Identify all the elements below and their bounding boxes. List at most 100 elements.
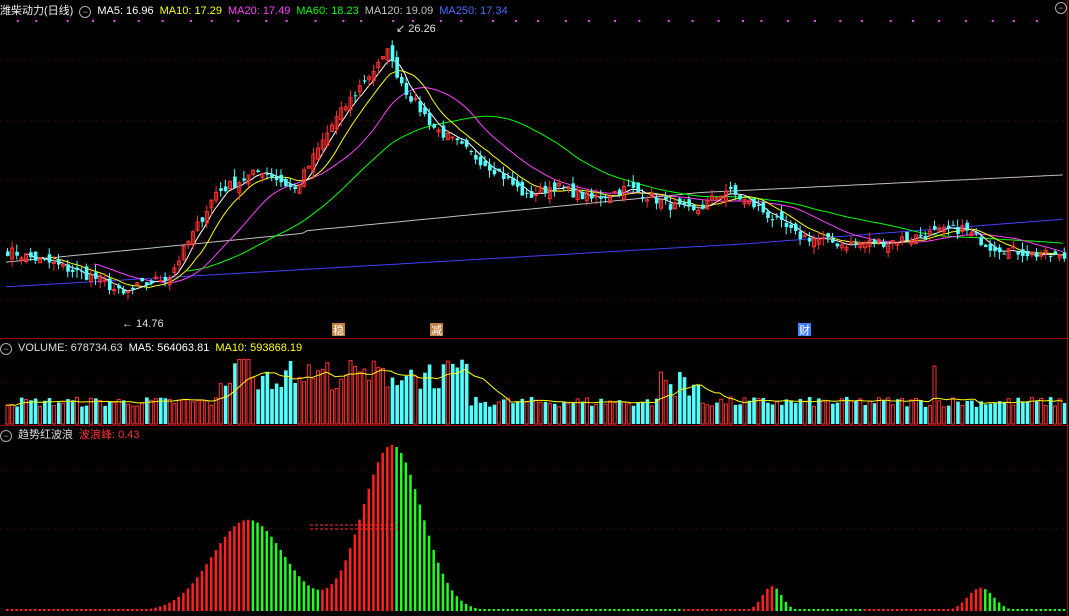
volume-bar <box>621 401 626 425</box>
candle-body <box>75 267 80 271</box>
wave-bar <box>233 526 236 611</box>
volume-bar <box>380 368 385 425</box>
wave-bar <box>965 597 968 611</box>
volume-bar <box>51 405 56 425</box>
candle-body <box>664 196 668 200</box>
candle-body <box>529 190 534 198</box>
signal-dot <box>392 20 395 22</box>
volume-bar <box>139 402 144 425</box>
volume-bar <box>983 404 988 424</box>
wave-bar <box>19 609 23 611</box>
volume-bar <box>237 358 242 425</box>
wave-bar <box>256 522 259 611</box>
candle-body <box>571 183 576 198</box>
candle-body <box>798 231 803 240</box>
volume-bar <box>687 395 691 424</box>
wave-bar <box>747 609 751 611</box>
volume-bar <box>960 404 965 425</box>
volume-bar <box>98 400 103 425</box>
volume-bar <box>367 379 372 425</box>
wave-bar <box>1021 609 1024 611</box>
volume-bar <box>520 398 525 424</box>
volume-bar <box>715 402 719 424</box>
volume-bar <box>343 374 348 425</box>
close-panel-icon[interactable]: − <box>1055 2 1067 14</box>
wave-bar <box>729 609 732 611</box>
candle-body <box>395 57 399 78</box>
wave-bar <box>260 526 264 611</box>
volume-ma5-label: MA5: 564063.81 <box>128 342 210 354</box>
wave-bar <box>793 609 797 611</box>
candle-body <box>15 251 19 256</box>
volume-bar <box>251 377 256 425</box>
candle-body <box>284 178 288 187</box>
circle-minus-icon[interactable]: − <box>79 6 92 18</box>
signal-dot <box>760 20 763 22</box>
wave-bar <box>265 530 269 611</box>
volume-bar <box>270 388 274 424</box>
wave-bar <box>413 489 417 611</box>
volume-bar <box>153 398 158 425</box>
wave-bar <box>562 609 565 611</box>
signal-dot <box>839 20 842 22</box>
wave-bar <box>121 609 125 611</box>
wave-bar <box>140 609 143 611</box>
wave-bar <box>933 609 936 611</box>
wave-bar <box>738 609 741 611</box>
wave-bar <box>511 609 514 611</box>
wave-bar <box>15 609 18 611</box>
wave-bar <box>1007 608 1010 611</box>
wave-bar <box>872 609 876 611</box>
wave-bar <box>56 609 60 611</box>
candle-body <box>1039 254 1044 257</box>
wave-bar <box>1034 609 1038 611</box>
wave-bar <box>724 609 727 611</box>
signal-dot <box>911 20 914 22</box>
volume-bar <box>1011 404 1016 425</box>
candle-body <box>270 173 274 178</box>
volume-bar <box>825 400 830 425</box>
volume-bar <box>663 380 668 425</box>
wave-bar <box>450 590 454 611</box>
candle-body <box>131 287 135 290</box>
wave-bar <box>302 581 306 611</box>
wave-bar <box>640 609 644 611</box>
volume-bar <box>1062 403 1067 424</box>
volume-bar <box>190 401 195 425</box>
circle-minus-icon[interactable]: − <box>0 430 12 442</box>
signal-dot <box>889 20 892 22</box>
wave-bar <box>432 549 435 611</box>
candle-body <box>807 237 812 242</box>
signal-dot <box>492 20 495 22</box>
signal-dot <box>587 20 590 22</box>
volume-bar <box>951 397 956 425</box>
signal-dot <box>91 20 94 22</box>
candle-body <box>501 173 506 180</box>
candle-body <box>835 243 840 247</box>
ma120-line <box>5 174 1063 263</box>
wave-bar <box>603 609 607 611</box>
signal-dot <box>342 20 345 22</box>
candle-body <box>733 185 738 195</box>
candle-body <box>497 168 501 172</box>
volume-bar <box>478 402 483 424</box>
low-annotation: ← 14.76 <box>122 318 164 330</box>
signal-dot <box>614 20 617 22</box>
candle-body <box>562 186 566 188</box>
wave-bar <box>780 595 783 611</box>
circle-minus-icon[interactable]: − <box>0 343 12 355</box>
volume-bar <box>678 372 682 424</box>
stock-chart[interactable]: ↙ 26.26 ← 14.76 稳 减 财 <box>0 0 1069 616</box>
volume-bar <box>937 400 942 425</box>
volume-bar <box>608 400 613 425</box>
wave-bar <box>654 609 658 611</box>
wave-bar <box>154 607 157 611</box>
volume-bar <box>1034 400 1039 424</box>
volume-bar <box>774 401 779 425</box>
volume-bar <box>311 378 316 425</box>
candle-body <box>590 192 594 199</box>
candle-body <box>84 266 89 280</box>
wave-bar <box>66 609 69 611</box>
candle-body <box>780 211 784 221</box>
signal-dot <box>360 20 363 22</box>
